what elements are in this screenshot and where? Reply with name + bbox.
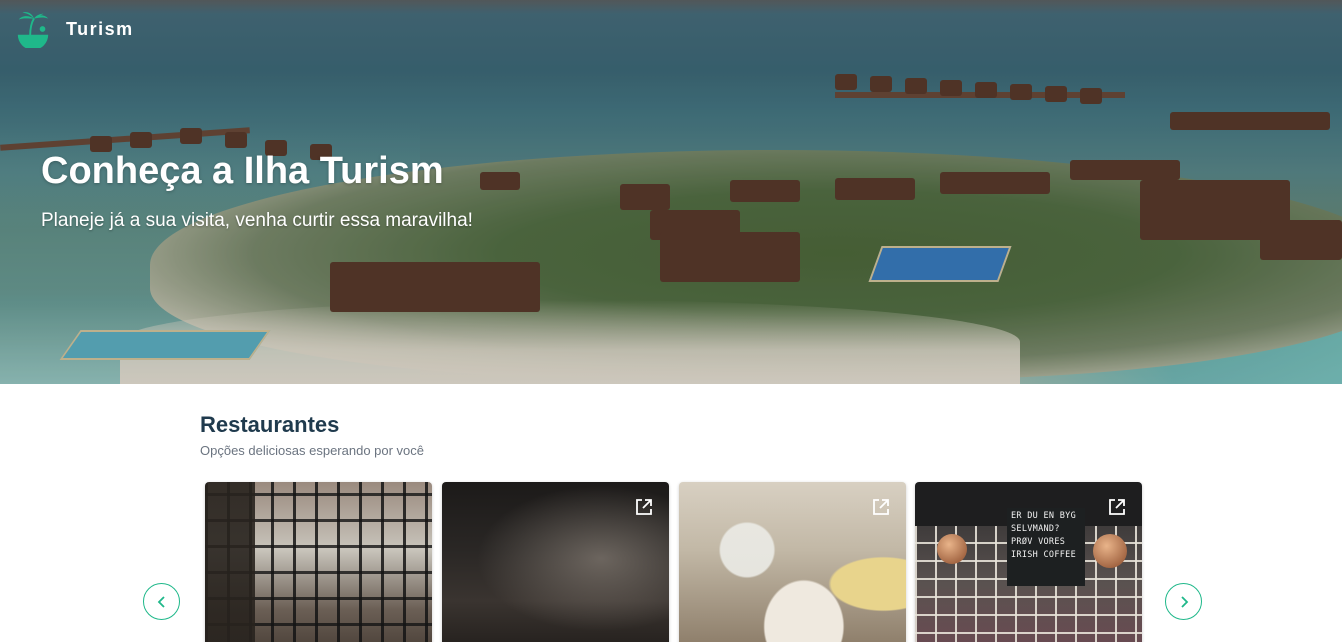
brand-logo[interactable]: Turism — [14, 10, 134, 48]
section-subtitle: Opções deliciosas esperando por você — [200, 443, 425, 458]
section-title: Restaurantes — [200, 412, 340, 437]
carousel-next-button[interactable] — [1165, 583, 1202, 620]
external-link-icon[interactable] — [872, 498, 890, 516]
chevron-right-icon — [1180, 595, 1188, 608]
carousel-prev-button[interactable] — [143, 583, 180, 620]
hero-subtitle: Planeje já a sua visita, venha curtir es… — [41, 210, 473, 231]
chevron-left-icon — [157, 595, 165, 608]
restaurant-card[interactable] — [205, 482, 432, 642]
hero-banner: Turism Conheça a Ilha Turism Planeje já … — [0, 0, 1342, 384]
external-link-icon[interactable] — [635, 498, 653, 516]
chalkboard-sign: ER DU EN BYG SELVMAND? PRØV VORES IRISH … — [1007, 508, 1085, 586]
brand-name: Turism — [66, 18, 134, 39]
restaurant-card[interactable] — [679, 482, 906, 642]
restaurant-card[interactable] — [442, 482, 669, 642]
hero-title: Conheça a Ilha Turism — [41, 150, 444, 192]
palm-island-icon — [17, 12, 49, 48]
restaurant-card[interactable]: ER DU EN BYG SELVMAND? PRØV VORES IRISH … — [915, 482, 1142, 642]
external-link-icon[interactable] — [1108, 498, 1126, 516]
